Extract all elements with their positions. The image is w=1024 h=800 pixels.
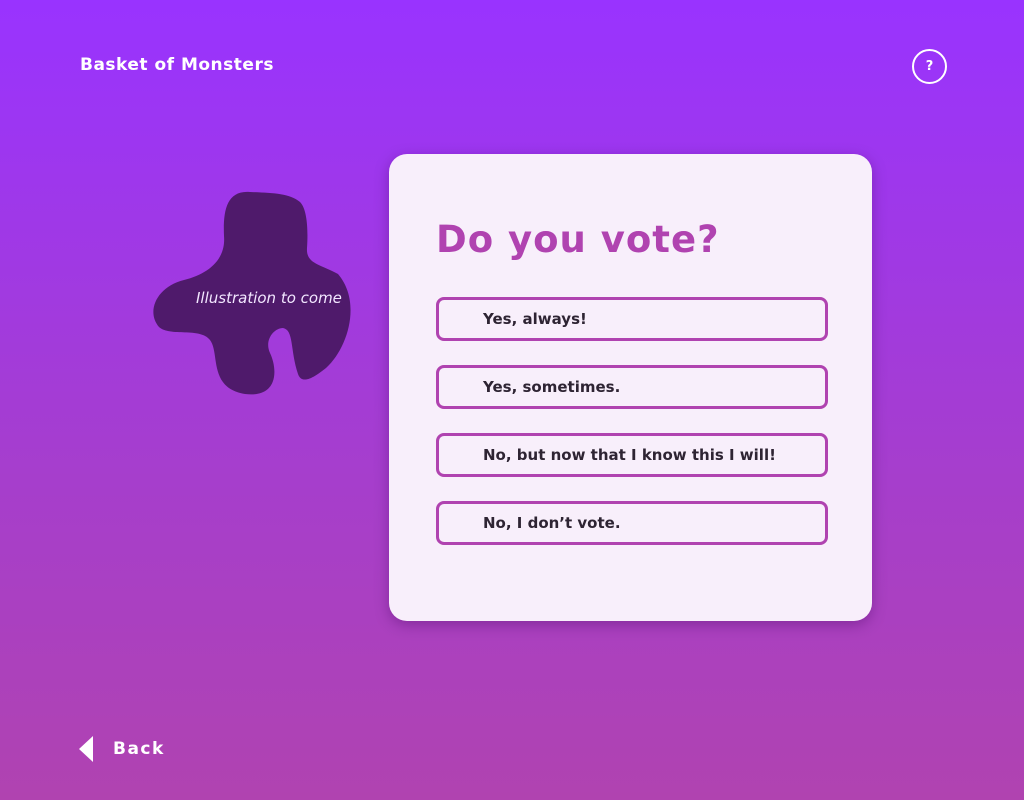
back-label: Back: [113, 738, 165, 759]
help-button[interactable]: ?: [912, 49, 947, 84]
illustration-caption: Illustration to come: [196, 289, 342, 307]
answer-option-yes-always[interactable]: Yes, always!: [436, 297, 828, 341]
illustration-placeholder: Illustration to come: [150, 190, 355, 396]
answer-option-no-but-will[interactable]: No, but now that I know this I will!: [436, 433, 828, 477]
question-title: Do you vote?: [436, 218, 720, 261]
question-mark-icon: ?: [925, 59, 934, 74]
app-title: Basket of Monsters: [80, 55, 274, 75]
answer-option-label: Yes, sometimes.: [483, 378, 621, 396]
back-button[interactable]: Back: [79, 735, 165, 762]
answer-option-label: Yes, always!: [483, 310, 587, 328]
answer-option-yes-sometimes[interactable]: Yes, sometimes.: [436, 365, 828, 409]
question-card: Do you vote? Yes, always! Yes, sometimes…: [389, 154, 872, 621]
answer-option-label: No, I don’t vote.: [483, 514, 621, 532]
answer-option-label: No, but now that I know this I will!: [483, 446, 776, 464]
back-arrow-icon: [79, 735, 93, 762]
answer-option-no-dont-vote[interactable]: No, I don’t vote.: [436, 501, 828, 545]
